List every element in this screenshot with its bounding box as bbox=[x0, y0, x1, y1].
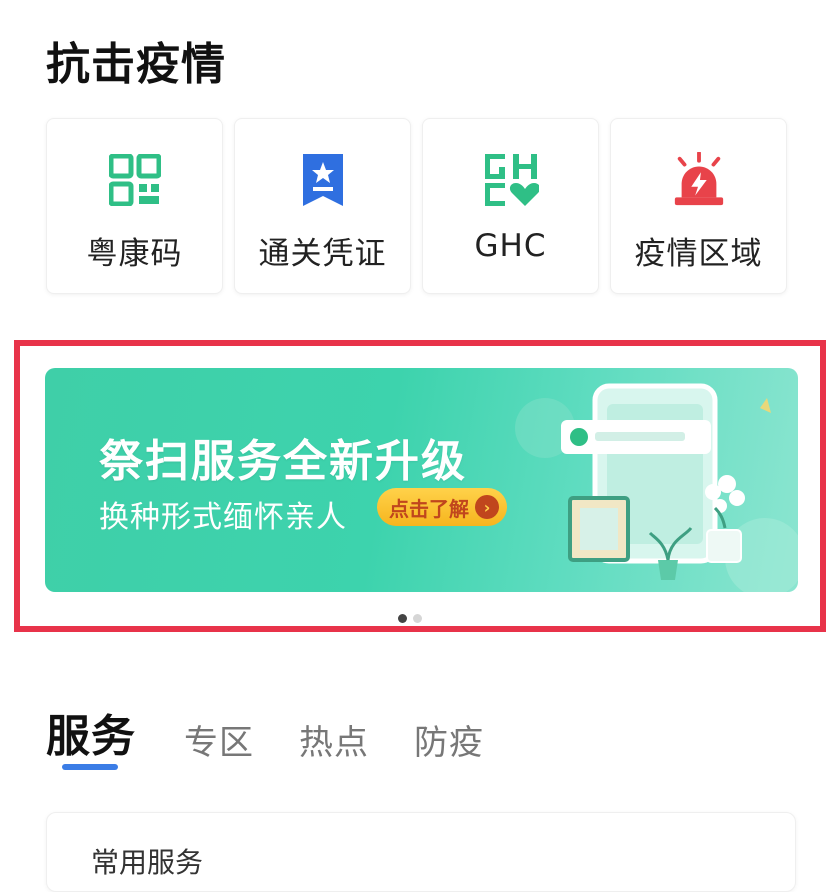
tab-epidemic-prevention[interactable]: 防疫 bbox=[414, 715, 484, 764]
carousel-dot-active[interactable] bbox=[398, 614, 407, 623]
tab-services[interactable]: 服务 bbox=[46, 700, 136, 764]
service-card-title: 常用服务 bbox=[91, 846, 204, 879]
banner-cta-label: 点击了解 bbox=[389, 496, 469, 521]
quick-action-label: 疫情区域 bbox=[634, 236, 763, 272]
section-title: 抗击疫情 bbox=[46, 39, 226, 90]
common-services-card: 常用服务 bbox=[46, 812, 796, 892]
banner-subtitle: 换种形式缅怀亲人 bbox=[99, 500, 347, 535]
tab-hot[interactable]: 热点 bbox=[299, 715, 369, 764]
tab-bar: 服务 专区 热点 防疫 bbox=[46, 700, 529, 764]
bookmark-star-icon bbox=[295, 152, 351, 208]
quick-action-label: GHC bbox=[474, 228, 547, 264]
quick-action-label: 粤康码 bbox=[86, 236, 183, 272]
banner-illustration bbox=[515, 383, 798, 592]
ghc-heart-icon bbox=[483, 152, 539, 208]
quick-action-grid: 粤康码 通关凭证 GHC 疫情区域 bbox=[46, 118, 787, 294]
tab-zone[interactable]: 专区 bbox=[184, 715, 254, 764]
qr-code-icon bbox=[107, 152, 163, 208]
quick-action-yuekang-code[interactable]: 粤康码 bbox=[46, 118, 223, 294]
carousel-dot[interactable] bbox=[413, 614, 422, 623]
quick-action-ghc[interactable]: GHC bbox=[422, 118, 599, 294]
banner-cta-button[interactable]: 点击了解 › bbox=[377, 488, 507, 526]
quick-action-epidemic-area[interactable]: 疫情区域 bbox=[610, 118, 787, 294]
quick-action-label: 通关凭证 bbox=[258, 236, 387, 272]
banner-title: 祭扫服务全新升级 bbox=[99, 436, 467, 487]
promo-banner[interactable]: 祭扫服务全新升级 换种形式缅怀亲人 点击了解 › bbox=[45, 368, 798, 592]
tab-active-indicator bbox=[62, 764, 118, 770]
chevron-right-icon: › bbox=[475, 495, 499, 519]
quick-action-customs-pass[interactable]: 通关凭证 bbox=[234, 118, 411, 294]
carousel-indicator bbox=[398, 614, 422, 623]
alarm-light-icon bbox=[671, 152, 727, 208]
